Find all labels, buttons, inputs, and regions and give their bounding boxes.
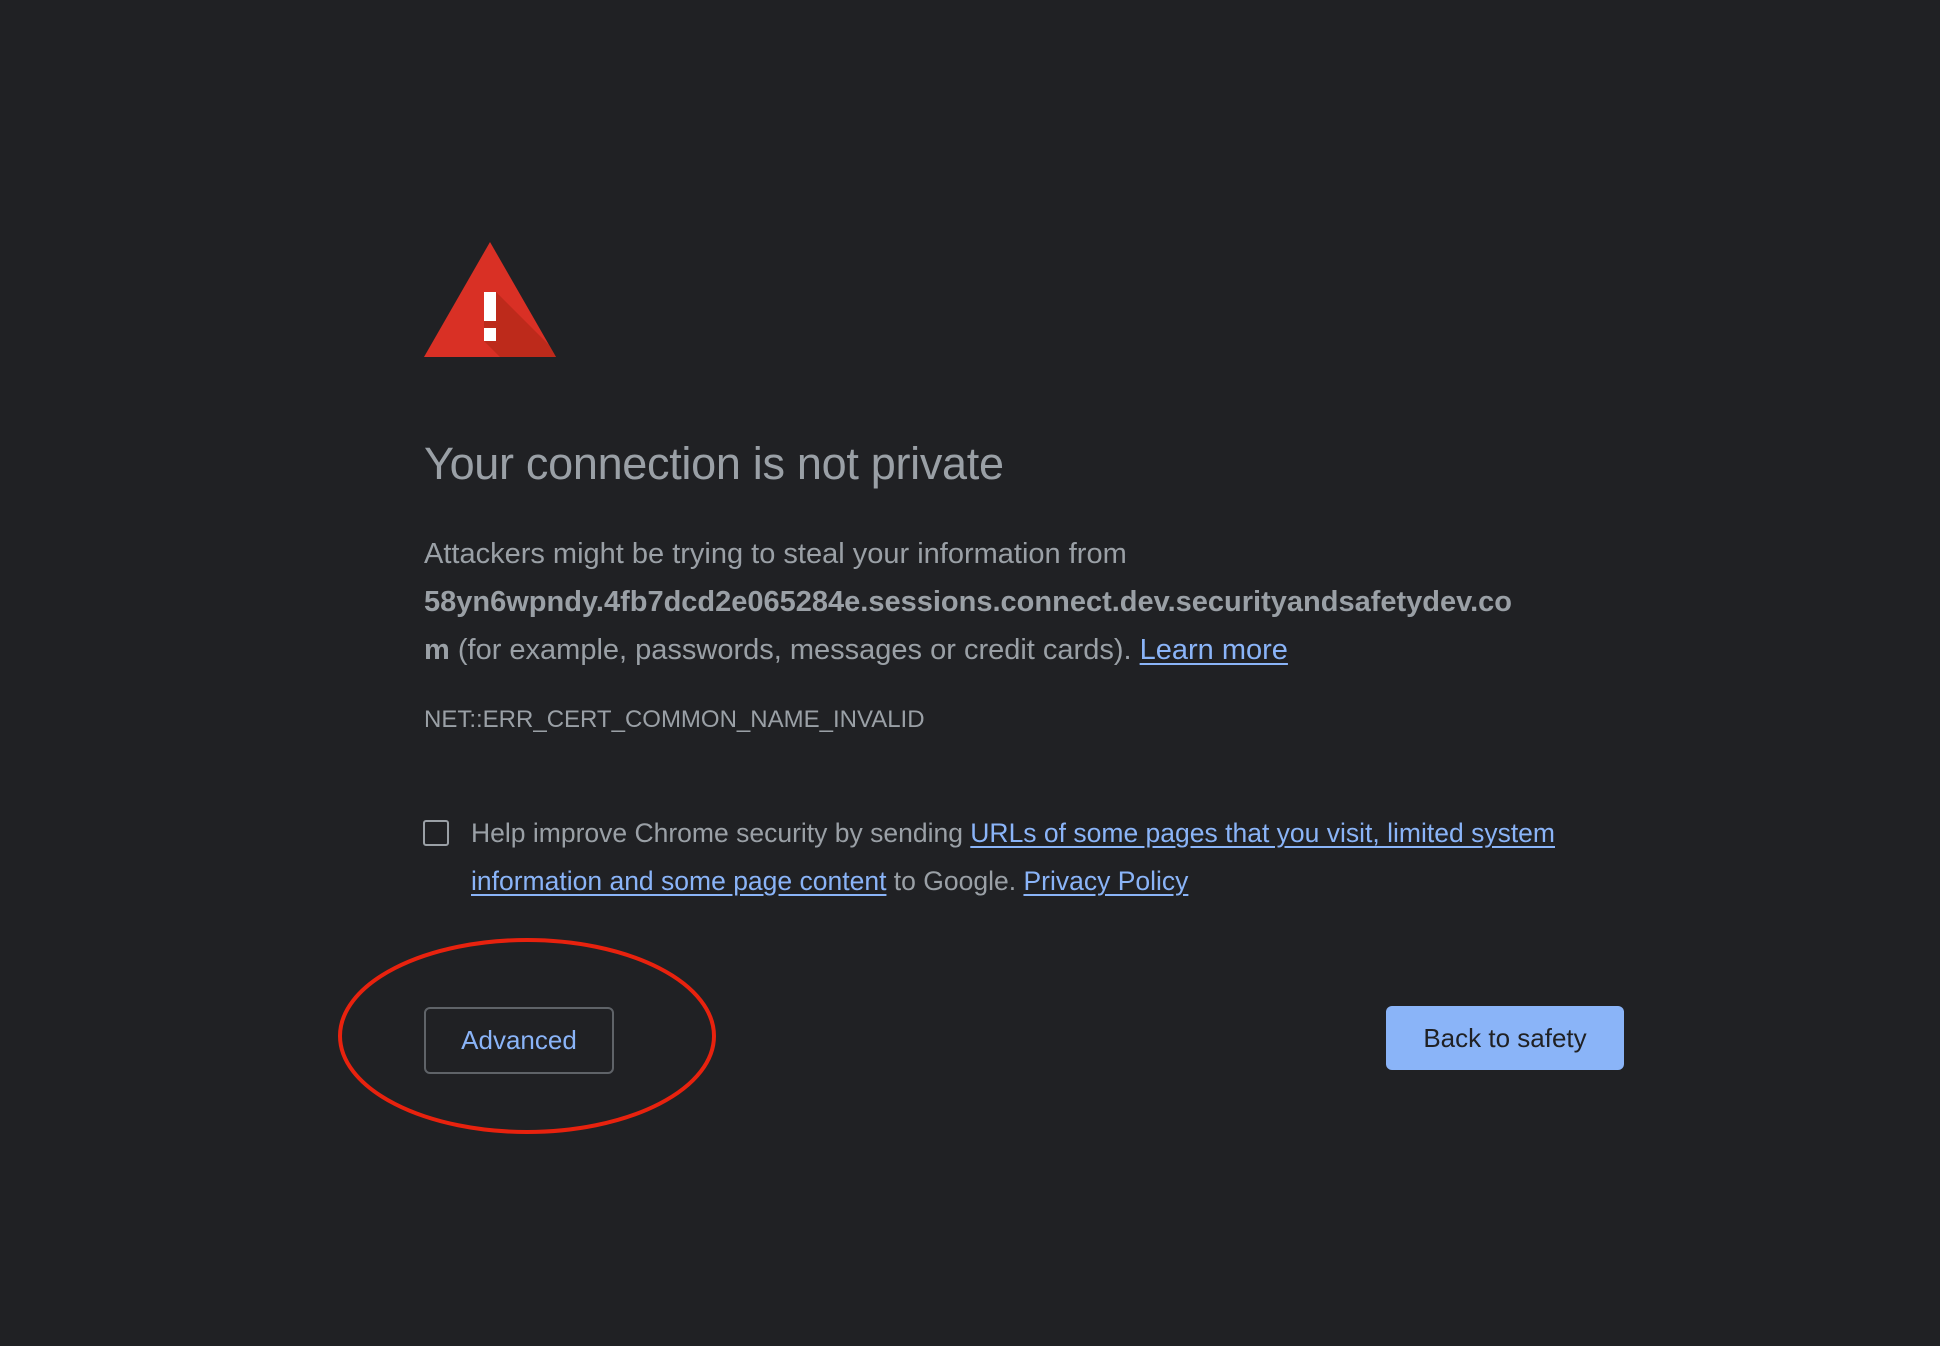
optin-label: Help improve Chrome security by sending … <box>471 809 1651 905</box>
explanation-line: Attackers might be trying to steal your … <box>424 538 1127 570</box>
advanced-button[interactable]: Advanced <box>424 1007 614 1074</box>
explanation-paragraph: Attackers might be trying to steal your … <box>424 530 1624 674</box>
domain-line: 58yn6wpndy.4fb7dcd2e065284e.sessions.con… <box>424 578 1624 626</box>
optin-prefix: Help improve Chrome security by sending <box>471 818 971 848</box>
warning-triangle-icon <box>424 242 556 357</box>
privacy-policy-link[interactable]: Privacy Policy <box>1023 866 1188 896</box>
domain-name-part1: 58yn6wpndy.4fb7dcd2e065284e.sessions.con… <box>424 586 1512 618</box>
optin-checkbox[interactable] <box>423 820 449 846</box>
optin-middle: to Google. <box>886 866 1024 896</box>
page-title: Your connection is not private <box>424 438 1004 489</box>
learn-more-link[interactable]: Learn more <box>1140 634 1288 666</box>
urls-info-link[interactable]: URLs of some pages that you visit, limit… <box>970 818 1555 848</box>
back-to-safety-button[interactable]: Back to safety <box>1386 1006 1624 1070</box>
urls-info-link-continued[interactable]: information and some page content <box>471 866 886 896</box>
details-line: m (for example, passwords, messages or c… <box>424 626 1624 674</box>
optin-line: information and some page content to Goo… <box>471 857 1651 905</box>
interstitial-page: Your connection is not private Attackers… <box>0 0 1940 1346</box>
domain-name-part2: m <box>424 634 450 666</box>
details-text: (for example, passwords, messages or cre… <box>449 634 1140 666</box>
optin-line: Help improve Chrome security by sending … <box>471 809 1651 857</box>
error-code: NET::ERR_CERT_COMMON_NAME_INVALID <box>424 706 925 733</box>
